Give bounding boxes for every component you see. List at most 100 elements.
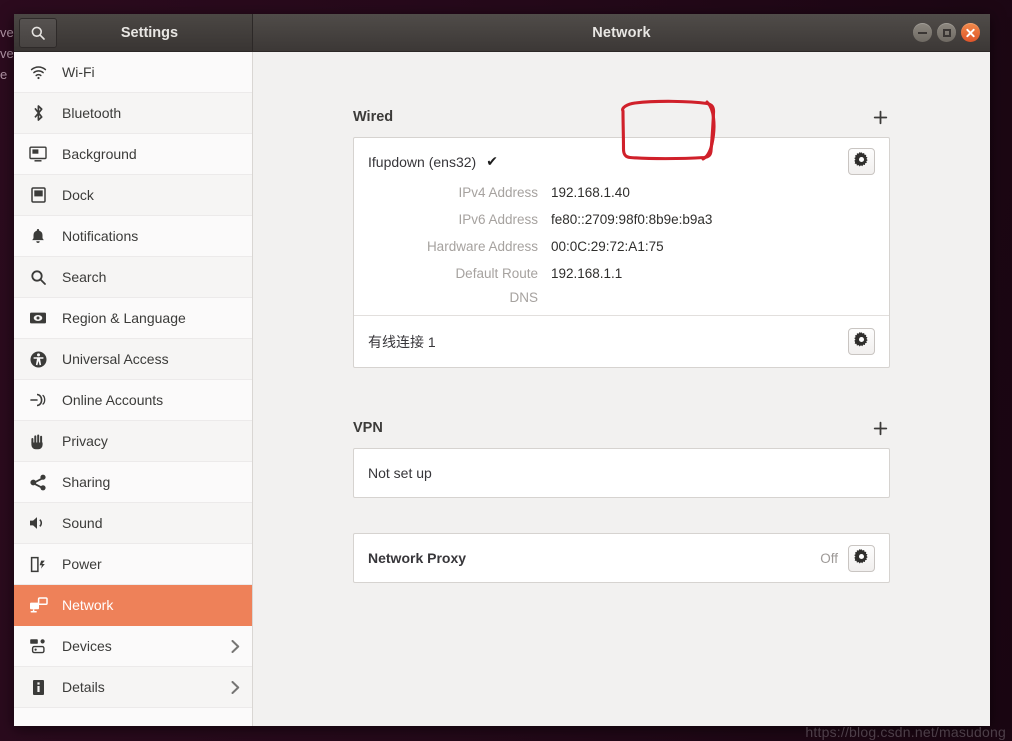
sidebar-item-wifi[interactable]: Wi-Fi	[14, 52, 252, 93]
region-language-icon	[27, 311, 49, 325]
detail-value: 00:0C:29:72:A1:75	[551, 239, 664, 254]
chevron-right-icon	[229, 679, 242, 696]
watermark: https://blog.csdn.net/masudong	[805, 724, 1006, 740]
vpn-card: Not set up	[353, 448, 890, 498]
sidebar-item-label: Details	[62, 679, 105, 695]
vpn-status: Not set up	[368, 465, 432, 481]
sidebar-item-online-accounts[interactable]: Online Accounts	[14, 380, 252, 421]
sidebar-item-label: Notifications	[62, 228, 139, 244]
sidebar-item-label: Region & Language	[62, 310, 186, 326]
close-button[interactable]	[961, 23, 980, 42]
minimize-button[interactable]	[913, 23, 932, 42]
window-content: Wi-Fi Bluetooth Background Dock Notifica…	[14, 52, 990, 726]
sidebar-item-label: Bluetooth	[62, 105, 122, 121]
maximize-button[interactable]	[937, 23, 956, 42]
sidebar-item-label: Power	[62, 556, 102, 572]
network-proxy-card: Network Proxy Off	[353, 533, 890, 583]
connection-settings-button[interactable]	[848, 148, 875, 175]
sidebar-item-label: Background	[62, 146, 137, 162]
info-icon	[27, 679, 49, 696]
wifi-icon	[27, 65, 49, 80]
search-button[interactable]	[19, 17, 57, 48]
settings-window: Settings Network Wi-Fi Bluetooth Backgro…	[14, 14, 990, 726]
wired-connection-secondary: 有线连接 1	[354, 315, 889, 367]
minimize-icon	[918, 31, 927, 34]
sidebar-item-label: Universal Access	[62, 351, 169, 367]
sidebar-item-label: Sharing	[62, 474, 111, 490]
detail-row: IPv6 Address fe80::2709:98f0:8b9e:b9a3	[368, 206, 875, 233]
detail-value: fe80::2709:98f0:8b9e:b9a3	[551, 212, 713, 227]
connection-settings-button[interactable]	[848, 328, 875, 355]
sidebar-item-details[interactable]: Details	[14, 667, 252, 708]
maximize-icon	[942, 28, 951, 37]
sidebar-item-dock[interactable]: Dock	[14, 175, 252, 216]
bell-icon	[27, 228, 49, 245]
connection-details: IPv4 Address 192.168.1.40 IPv6 Address f…	[368, 175, 875, 307]
sidebar-item-label: Dock	[62, 187, 94, 203]
sidebar-item-background[interactable]: Background	[14, 134, 252, 175]
sidebar-item-notifications[interactable]: Notifications	[14, 216, 252, 257]
vpn-title: VPN	[353, 420, 383, 436]
gear-icon	[854, 151, 869, 172]
add-wired-connection-button[interactable]	[870, 107, 890, 127]
search-icon	[30, 25, 46, 41]
detail-key: Hardware Address	[426, 239, 538, 254]
sidebar-item-region-language[interactable]: Region & Language	[14, 298, 252, 339]
connected-check-icon: ✔	[486, 153, 498, 169]
hand-icon	[27, 433, 49, 450]
wired-connections-card: Ifupdown (ens32) ✔ IPv4 Address 192.168.…	[353, 137, 890, 368]
window-controls	[913, 14, 980, 51]
sidebar-item-label: Network	[62, 597, 114, 613]
detail-value: 192.168.1.1	[551, 266, 623, 281]
connection-name: 有线连接 1	[368, 333, 436, 350]
add-vpn-button[interactable]	[870, 418, 890, 438]
background-icon	[27, 146, 49, 162]
sidebar-item-search[interactable]: Search	[14, 257, 252, 298]
gear-icon	[854, 549, 869, 567]
vpn-status-row: Not set up	[354, 449, 889, 497]
titlebar-sidebar-header: Settings	[14, 14, 253, 51]
devices-icon	[27, 638, 49, 654]
network-settings-panel: Wired Ifupdown (ens32) ✔ IPv4 Address 19…	[253, 52, 990, 726]
chevron-right-icon	[229, 638, 242, 655]
sidebar-item-power[interactable]: Power	[14, 544, 252, 585]
sidebar-item-devices[interactable]: Devices	[14, 626, 252, 667]
speaker-icon	[27, 515, 49, 531]
detail-value: 192.168.1.40	[551, 185, 630, 200]
network-proxy-label: Network Proxy	[368, 550, 467, 566]
sidebar-item-bluetooth[interactable]: Bluetooth	[14, 93, 252, 134]
bluetooth-icon	[27, 104, 49, 122]
connection-name: Ifupdown (ens32)	[368, 153, 477, 170]
sidebar-item-label: Privacy	[62, 433, 108, 449]
sidebar-item-universal-access[interactable]: Universal Access	[14, 339, 252, 380]
wired-section-header: Wired	[353, 97, 890, 137]
search-icon	[27, 269, 49, 286]
share-icon	[27, 474, 49, 491]
sidebar-item-label: Sound	[62, 515, 103, 531]
network-proxy-settings-button[interactable]	[848, 544, 875, 572]
page-title: Network	[592, 24, 651, 41]
sidebar-item-label: Online Accounts	[62, 392, 164, 408]
network-proxy-row: Network Proxy Off	[354, 534, 889, 582]
online-accounts-icon	[27, 392, 49, 408]
gear-icon	[854, 331, 869, 352]
settings-sidebar: Wi-Fi Bluetooth Background Dock Notifica…	[14, 52, 253, 726]
detail-key: Default Route	[455, 266, 538, 281]
sidebar-item-label: Devices	[62, 638, 112, 654]
sidebar-item-sound[interactable]: Sound	[14, 503, 252, 544]
detail-row: IPv4 Address 192.168.1.40	[368, 179, 875, 206]
detail-row: Default Route 192.168.1.1	[368, 260, 875, 287]
close-icon	[965, 27, 976, 38]
sidebar-item-privacy[interactable]: Privacy	[14, 421, 252, 462]
dock-icon	[27, 187, 49, 203]
settings-panel-title: Settings	[120, 24, 179, 41]
window-titlebar: Settings Network	[14, 14, 990, 52]
network-proxy-state: Off	[820, 550, 838, 566]
detail-key: DNS	[509, 289, 538, 305]
accessibility-icon	[27, 351, 49, 368]
sidebar-item-label: Search	[62, 269, 107, 285]
sidebar-item-network[interactable]: Network	[14, 585, 252, 626]
sidebar-item-label: Wi-Fi	[62, 64, 95, 80]
battery-icon	[27, 556, 49, 573]
sidebar-item-sharing[interactable]: Sharing	[14, 462, 252, 503]
